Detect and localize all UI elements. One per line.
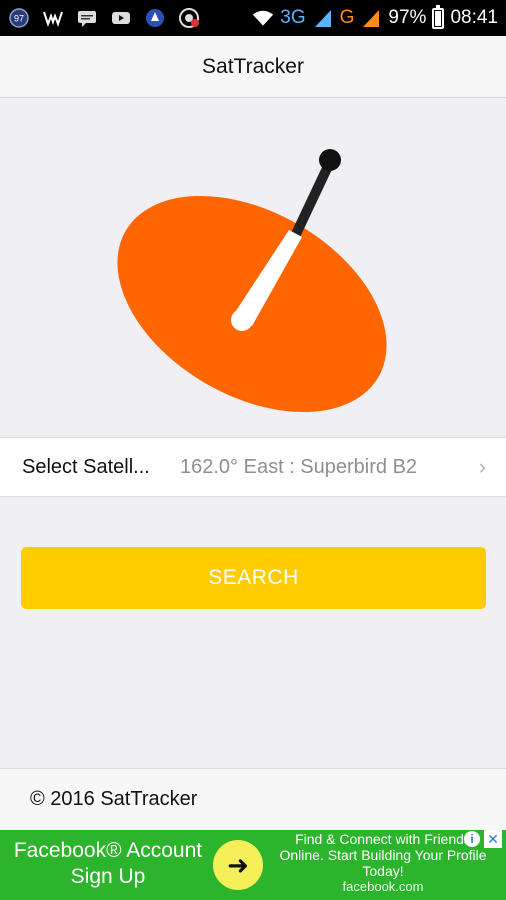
- status-system-icons: 3G G 97% 08:41: [252, 4, 498, 29]
- clock: 08:41: [450, 7, 498, 28]
- battery-icon: [432, 4, 445, 29]
- hero-area: [0, 98, 506, 436]
- network-3g-label: 3G: [280, 7, 306, 28]
- signal-g-icon: [360, 7, 382, 29]
- ad-headline[interactable]: Facebook® Account Sign Up: [4, 838, 212, 890]
- ad-close-icon[interactable]: ✕: [484, 830, 502, 848]
- wifi-icon: [252, 7, 274, 29]
- copyright-text: © 2016 SatTracker: [30, 788, 198, 810]
- footer: © 2016 SatTracker: [0, 768, 506, 830]
- shield-icon: [178, 7, 200, 29]
- satellite-dish-icon: [117, 149, 387, 413]
- ad-domain: facebook.com: [342, 879, 424, 894]
- satellite-select-value: 162.0° East : Superbird B2: [180, 455, 418, 478]
- ad-arrow-icon[interactable]: ➜: [213, 840, 263, 890]
- search-button[interactable]: SEARCH: [21, 547, 486, 609]
- status-bar: 97 3G G 97% 08:41: [0, 0, 506, 36]
- ad-description-line2: Online. Start Building Your Profile: [279, 847, 487, 863]
- ad-banner[interactable]: Facebook® Account Sign Up ➜ Find & Conne…: [0, 830, 506, 900]
- youtube-icon: [110, 7, 132, 29]
- message-icon: [76, 7, 98, 29]
- app-bar: SatTracker: [0, 36, 506, 98]
- ad-headline-line2: Sign Up: [70, 865, 146, 888]
- ad-info-icon[interactable]: i: [464, 831, 480, 847]
- svg-text:97: 97: [14, 14, 24, 24]
- app-notification-icon: [144, 7, 166, 29]
- chevron-right-icon: ›: [478, 454, 486, 479]
- battery-percent: 97%: [388, 7, 427, 28]
- app-title: SatTracker: [202, 54, 304, 78]
- search-button-label: SEARCH: [208, 566, 299, 589]
- status-notification-icons: 97: [8, 7, 200, 29]
- ad-headline-line1: Facebook® Account: [13, 839, 203, 862]
- ad-description-line3: Today!: [362, 863, 404, 879]
- network-g-label: G: [339, 7, 355, 28]
- signal-3g-icon: [312, 7, 334, 29]
- satellite-select-label: Select Satell...: [22, 455, 150, 478]
- satellite-select-row[interactable]: Select Satell... 162.0° East : Superbird…: [0, 437, 506, 497]
- notification-count-icon: 97: [8, 7, 30, 29]
- wwe-icon: [42, 7, 64, 29]
